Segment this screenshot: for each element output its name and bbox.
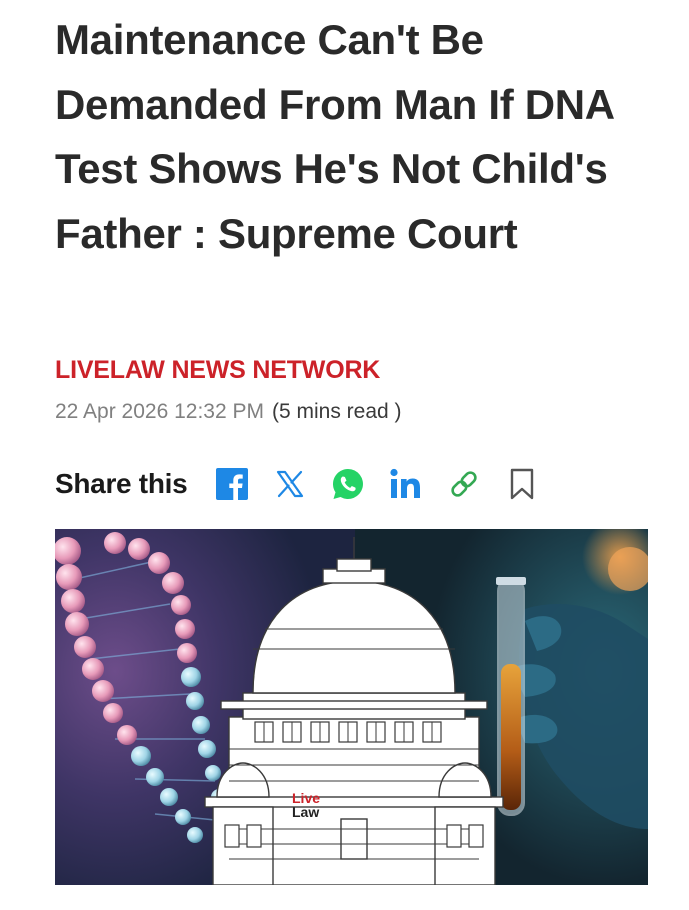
read-time: (5 mins read ) (272, 400, 402, 423)
publish-timestamp: 22 Apr 2026 12:32 PM (55, 400, 264, 423)
author-name[interactable]: LIVELAW NEWS NETWORK (55, 356, 380, 385)
livelaw-watermark-line2: Law (292, 804, 319, 820)
share-bar: Share this (55, 464, 561, 504)
article-meta: 22 Apr 2026 12:32 PM (5 mins read ) (55, 400, 402, 424)
linkedin-icon[interactable] (387, 465, 425, 503)
hero-image: Live Law (55, 529, 648, 885)
whatsapp-icon[interactable] (329, 465, 367, 503)
hero-illustration: Live Law (55, 529, 648, 885)
article-headline: Maintenance Can't Be Demanded From Man I… (55, 16, 614, 257)
facebook-icon[interactable] (213, 465, 251, 503)
link-icon[interactable] (445, 465, 483, 503)
share-label: Share this (55, 468, 188, 499)
x-icon[interactable] (271, 465, 309, 503)
share-icons (213, 465, 561, 503)
bookmark-icon[interactable] (503, 465, 541, 503)
